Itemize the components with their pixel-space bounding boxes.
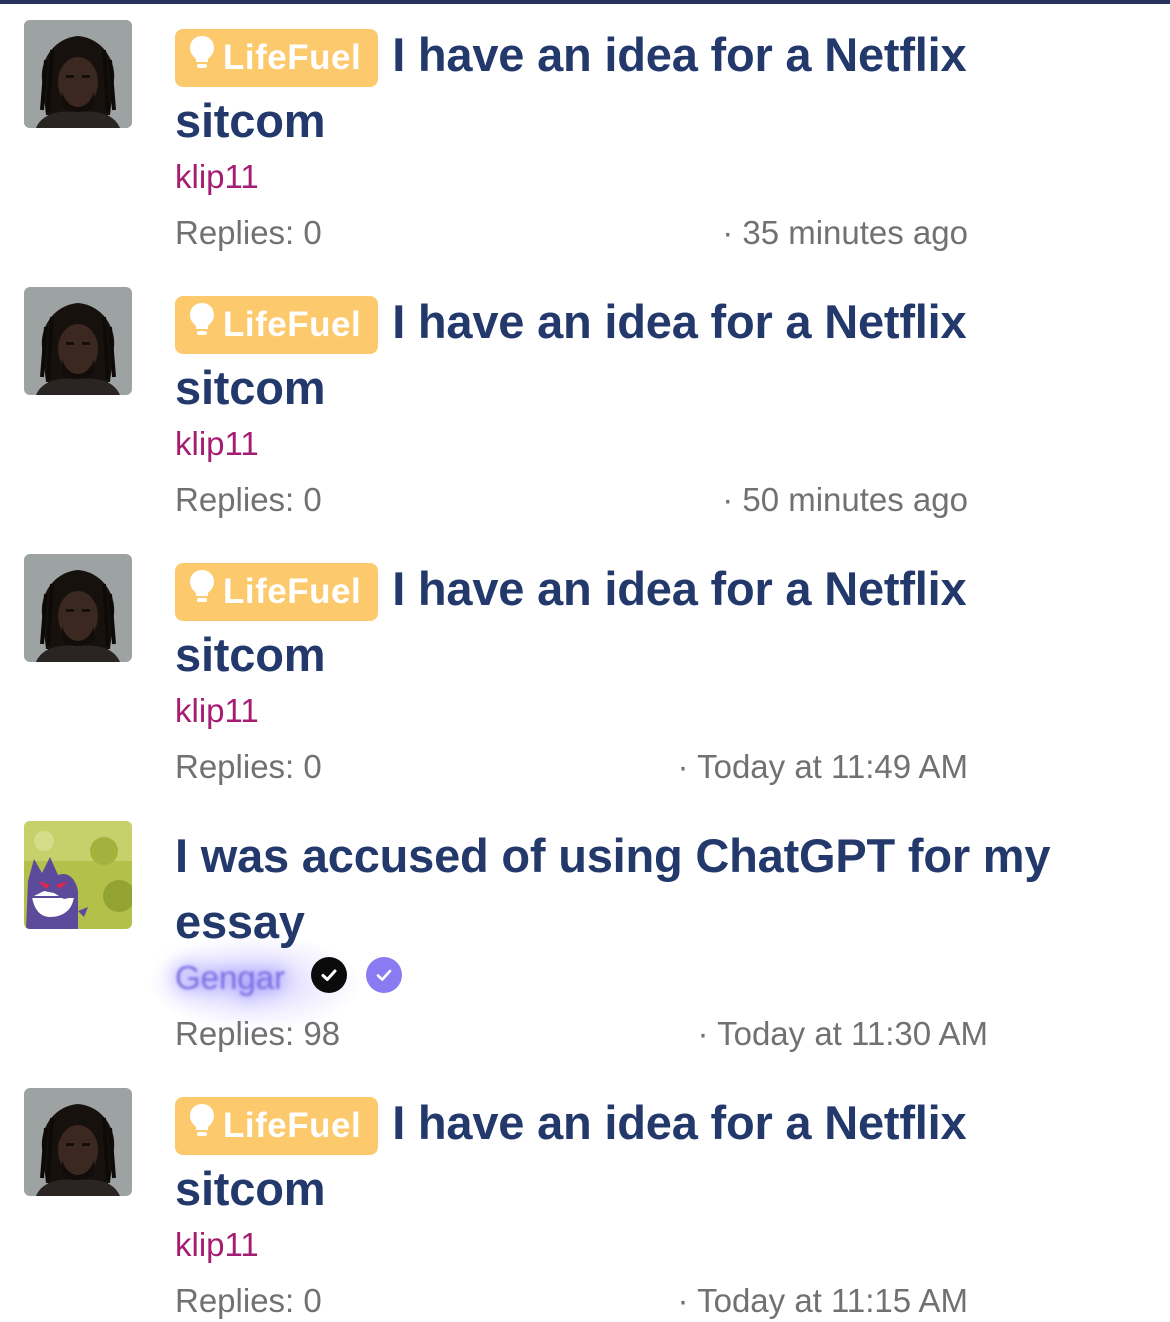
replies-count: Replies: 0	[175, 748, 322, 785]
lightbulb-icon	[189, 1097, 215, 1155]
title-text[interactable]: I was accused of using ChatGPT for my	[175, 829, 1051, 882]
title-text-cont[interactable]: sitcom	[175, 361, 325, 414]
author-link[interactable]: klip11	[175, 424, 259, 464]
replies-count: Replies: 0	[175, 1282, 322, 1319]
replies-count: Replies: 98	[175, 1015, 341, 1052]
title-text[interactable]: I have an idea for a Netflix	[392, 295, 966, 348]
author-link[interactable]: klip11	[175, 1225, 259, 1265]
thread-title[interactable]: LifeFuel I have an idea for a Netflix sitc…	[175, 1090, 1135, 1222]
author-link[interactable]: klip11	[175, 691, 259, 731]
thread-row[interactable]: I was accused of using ChatGPT for my ess…	[0, 801, 1170, 1068]
title-text-cont[interactable]: essay	[175, 895, 305, 948]
thread-row[interactable]: LifeFuel I have an idea for a Netflix sitc…	[0, 267, 1170, 534]
thread-timestamp[interactable]: · 35 minutes ago	[722, 213, 968, 253]
author-link[interactable]: Gengar	[175, 958, 285, 998]
thread-row[interactable]: LifeFuel I have an idea for a Netflix sitc…	[0, 0, 1170, 267]
title-text-cont[interactable]: sitcom	[175, 94, 325, 147]
thread-title[interactable]: LifeFuel I have an idea for a Netflix sitc…	[175, 22, 1135, 154]
prefix-label: LifeFuel	[223, 572, 362, 611]
title-text[interactable]: I have an idea for a Netflix	[392, 28, 966, 81]
title-text-cont[interactable]: sitcom	[175, 628, 325, 681]
thread-title[interactable]: LifeFuel I have an idea for a Netflix sitc…	[175, 289, 1135, 421]
verified-check-icon	[366, 957, 402, 993]
prefix-badge[interactable]: LifeFuel	[175, 1097, 379, 1155]
lightbulb-icon	[189, 563, 215, 621]
thread-row[interactable]: LifeFuel I have an idea for a Netflix sitc…	[0, 1068, 1170, 1322]
avatar[interactable]	[24, 1088, 132, 1196]
prefix-badge[interactable]: LifeFuel	[175, 29, 379, 87]
thread-timestamp[interactable]: · Today at 11:15 AM	[678, 1281, 968, 1321]
prefix-badge[interactable]: LifeFuel	[175, 563, 379, 621]
thread-title[interactable]: LifeFuel I have an idea for a Netflix sitc…	[175, 556, 1135, 688]
thread-timestamp[interactable]: · Today at 11:30 AM	[698, 1014, 988, 1054]
replies-count: Replies: 0	[175, 214, 322, 251]
prefix-label: LifeFuel	[223, 1106, 362, 1145]
author-link[interactable]: klip11	[175, 157, 259, 197]
title-text-cont[interactable]: sitcom	[175, 1162, 325, 1215]
thread-title[interactable]: I was accused of using ChatGPT for my ess…	[175, 823, 1135, 955]
prefix-badge[interactable]: LifeFuel	[175, 296, 379, 354]
avatar[interactable]	[24, 20, 132, 128]
avatar[interactable]	[24, 821, 132, 929]
prefix-label: LifeFuel	[223, 305, 362, 344]
lightbulb-icon	[189, 29, 215, 87]
check-circle-icon	[311, 957, 347, 993]
avatar[interactable]	[24, 287, 132, 395]
avatar[interactable]	[24, 554, 132, 662]
thread-row[interactable]: LifeFuel I have an idea for a Netflix sitc…	[0, 534, 1170, 801]
replies-count: Replies: 0	[175, 481, 322, 518]
thread-timestamp[interactable]: · Today at 11:49 AM	[678, 747, 968, 787]
title-text[interactable]: I have an idea for a Netflix	[392, 562, 966, 615]
thread-timestamp[interactable]: · 50 minutes ago	[722, 480, 968, 520]
prefix-label: LifeFuel	[223, 38, 362, 77]
title-text[interactable]: I have an idea for a Netflix	[392, 1096, 966, 1149]
lightbulb-icon	[189, 296, 215, 354]
